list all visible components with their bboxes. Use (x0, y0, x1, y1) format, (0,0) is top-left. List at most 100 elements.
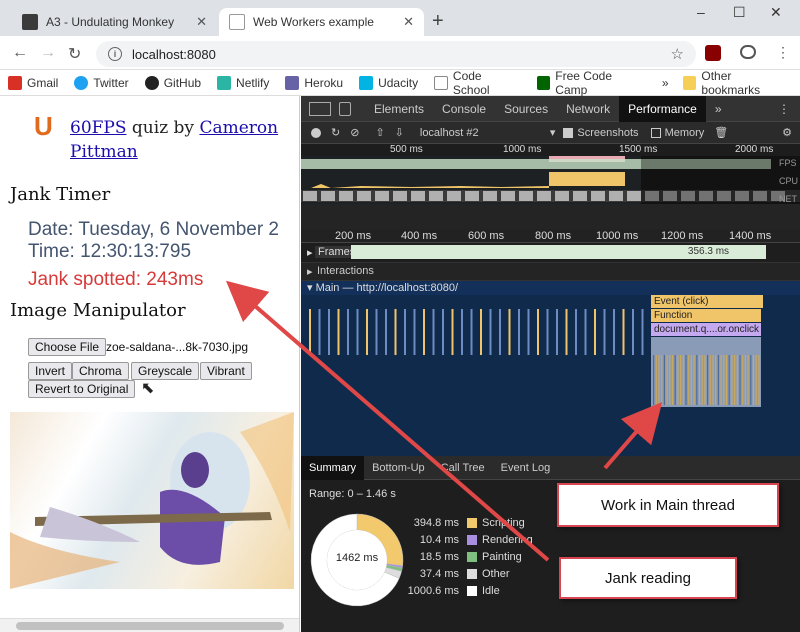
quiz-by-text: quiz by (131, 118, 195, 138)
function-call[interactable]: Function Ca....app.js:66) (651, 309, 761, 334)
flame-call-bar (736, 355, 738, 405)
range-text: Range: 0 – 1.46 s (309, 488, 396, 500)
flame-task-bar (385, 309, 387, 355)
incognito-icon[interactable] (740, 45, 756, 59)
forward-icon[interactable]: → (40, 44, 56, 62)
new-tab-button[interactable]: + (432, 10, 444, 33)
ruler-tick: 800 ms (535, 230, 572, 242)
legend-value: 18.5 ms (419, 550, 459, 563)
flame-task-bar (499, 309, 501, 355)
close-tab-icon[interactable]: ✕ (403, 14, 414, 30)
download-icon[interactable]: ⇩ (395, 126, 404, 139)
info-icon[interactable]: i (108, 47, 122, 61)
tab-bottom-up[interactable]: Bottom-Up (364, 456, 433, 480)
flame-call-bar (701, 355, 703, 405)
maximize-button[interactable]: ☐ (733, 4, 746, 21)
chroma-button[interactable]: Chroma (72, 362, 129, 380)
flame-task-bar (489, 309, 492, 355)
tab-console[interactable]: Console (433, 96, 495, 122)
interactions-track[interactable]: ▸ Interactions (301, 263, 800, 281)
reload-profile-icon[interactable]: ↻ (331, 126, 340, 139)
star-icon[interactable]: ☆ (671, 45, 684, 63)
screenshots-checkbox[interactable] (563, 127, 574, 138)
url-text[interactable]: localhost:8080 (132, 47, 216, 62)
quiz-link[interactable]: 60FPS (70, 118, 127, 138)
vibrant-button[interactable]: Vibrant (200, 362, 252, 380)
tab-performance[interactable]: Performance (619, 96, 706, 122)
clear-icon[interactable]: ⊘ (350, 126, 359, 139)
dropdown-arrow-icon[interactable]: ▾ (550, 126, 556, 139)
record-icon[interactable] (311, 127, 321, 138)
flame-call-bar (709, 355, 711, 405)
tab-network[interactable]: Network (557, 96, 619, 122)
tab-sources[interactable]: Sources (495, 96, 557, 122)
expand-arrow-icon[interactable]: ▸ (307, 246, 313, 259)
tab-undulating-monkey[interactable]: A3 - Undulating Monkey ✕ (12, 8, 217, 36)
bookmark-free-code-camp[interactable]: Free Code Camp (536, 69, 646, 97)
back-icon[interactable]: ← (12, 44, 28, 62)
tab-summary[interactable]: Summary (301, 455, 365, 480)
freecodecamp-icon (536, 75, 551, 90)
bookmark-code-school[interactable]: Code School (434, 69, 520, 97)
collapse-arrow-icon[interactable]: ▾ (307, 282, 316, 294)
inspect-icon[interactable] (309, 101, 331, 116)
tab-event-log[interactable]: Event Log (493, 456, 559, 480)
minimize-button[interactable]: – (697, 4, 705, 20)
flame-task-bar (527, 309, 530, 355)
other-bookmarks[interactable]: Other bookmarks (682, 69, 792, 97)
target-select[interactable]: localhost #2 (420, 127, 550, 139)
menu-icon[interactable]: ⋮ (776, 44, 790, 61)
bookmark-netlify[interactable]: Netlify (217, 75, 269, 90)
legend-swatch (467, 517, 477, 528)
flame-task-bar (575, 309, 577, 355)
document-onclick[interactable]: document.q....or.onclick (651, 323, 761, 336)
web-page: U 60FPS quiz by Cameron Pittman Jank Tim… (0, 96, 300, 632)
tab-call-tree[interactable]: Call Tree (433, 456, 493, 480)
memory-checkbox[interactable] (650, 127, 661, 138)
ublock-icon[interactable] (705, 45, 721, 61)
bookmark-twitter[interactable]: Twitter (74, 75, 129, 90)
flame-task-bar (432, 309, 435, 355)
tab-elements[interactable]: Elements (365, 96, 433, 122)
bookmarks-overflow[interactable]: » (662, 76, 669, 90)
flame-task-bar (546, 309, 549, 355)
more-tabs[interactable]: » (706, 96, 731, 122)
close-window-button[interactable]: ✕ (770, 4, 782, 21)
quiz-header: U 60FPS quiz by Cameron Pittman (34, 111, 294, 164)
tab-web-workers[interactable]: Web Workers example ✕ (219, 8, 424, 36)
bookmark-udacity[interactable]: Udacity (359, 75, 419, 90)
bookmark-heroku[interactable]: Heroku (285, 75, 343, 90)
invert-button[interactable]: Invert (28, 362, 73, 380)
bookmark-github[interactable]: GitHub (144, 75, 201, 90)
revert-button[interactable]: Revert to Original (28, 380, 136, 398)
folder-icon (682, 75, 697, 90)
event-click[interactable]: Event (click) (651, 295, 763, 308)
legend-label: Painting (482, 550, 522, 563)
scrollbar-thumb[interactable] (16, 622, 284, 630)
flame-call-bar (720, 355, 722, 405)
omnibox[interactable]: i localhost:8080 ☆ (96, 41, 696, 67)
flame-chart[interactable]: Event (click) Function Ca....app.js:66) … (301, 295, 800, 456)
horizontal-scrollbar[interactable] (0, 618, 299, 632)
device-toggle-icon[interactable] (339, 101, 351, 116)
main-thread-track[interactable]: ▾ Main — http://localhost:8080/ Event (c… (301, 281, 800, 456)
devtools-menu-icon[interactable]: ⋮ (778, 102, 790, 116)
flame-task-bar (337, 309, 340, 355)
bookmark-label: Udacity (378, 75, 419, 90)
reload-icon[interactable]: ↻ (68, 44, 81, 64)
flame-call-bar (674, 355, 676, 405)
trash-icon[interactable]: 🗑 (714, 126, 728, 139)
expand-arrow-icon[interactable]: ▸ (307, 265, 313, 278)
udacity-logo: U (34, 111, 53, 141)
settings-gear-icon[interactable]: ⚙ (782, 126, 792, 139)
frames-track[interactable]: ▸ Frames 356.3 ms (301, 243, 800, 263)
flame-task-bar (375, 309, 378, 355)
page-icon (229, 14, 245, 30)
bookmark-gmail[interactable]: Gmail (8, 75, 58, 90)
close-tab-icon[interactable]: ✕ (196, 14, 207, 30)
choose-file-button[interactable]: Choose File (28, 338, 107, 356)
upload-icon[interactable]: ⇧ (375, 126, 384, 139)
flame-task-bar (394, 309, 397, 355)
twitter-icon (74, 75, 89, 90)
legend-swatch (467, 534, 477, 545)
